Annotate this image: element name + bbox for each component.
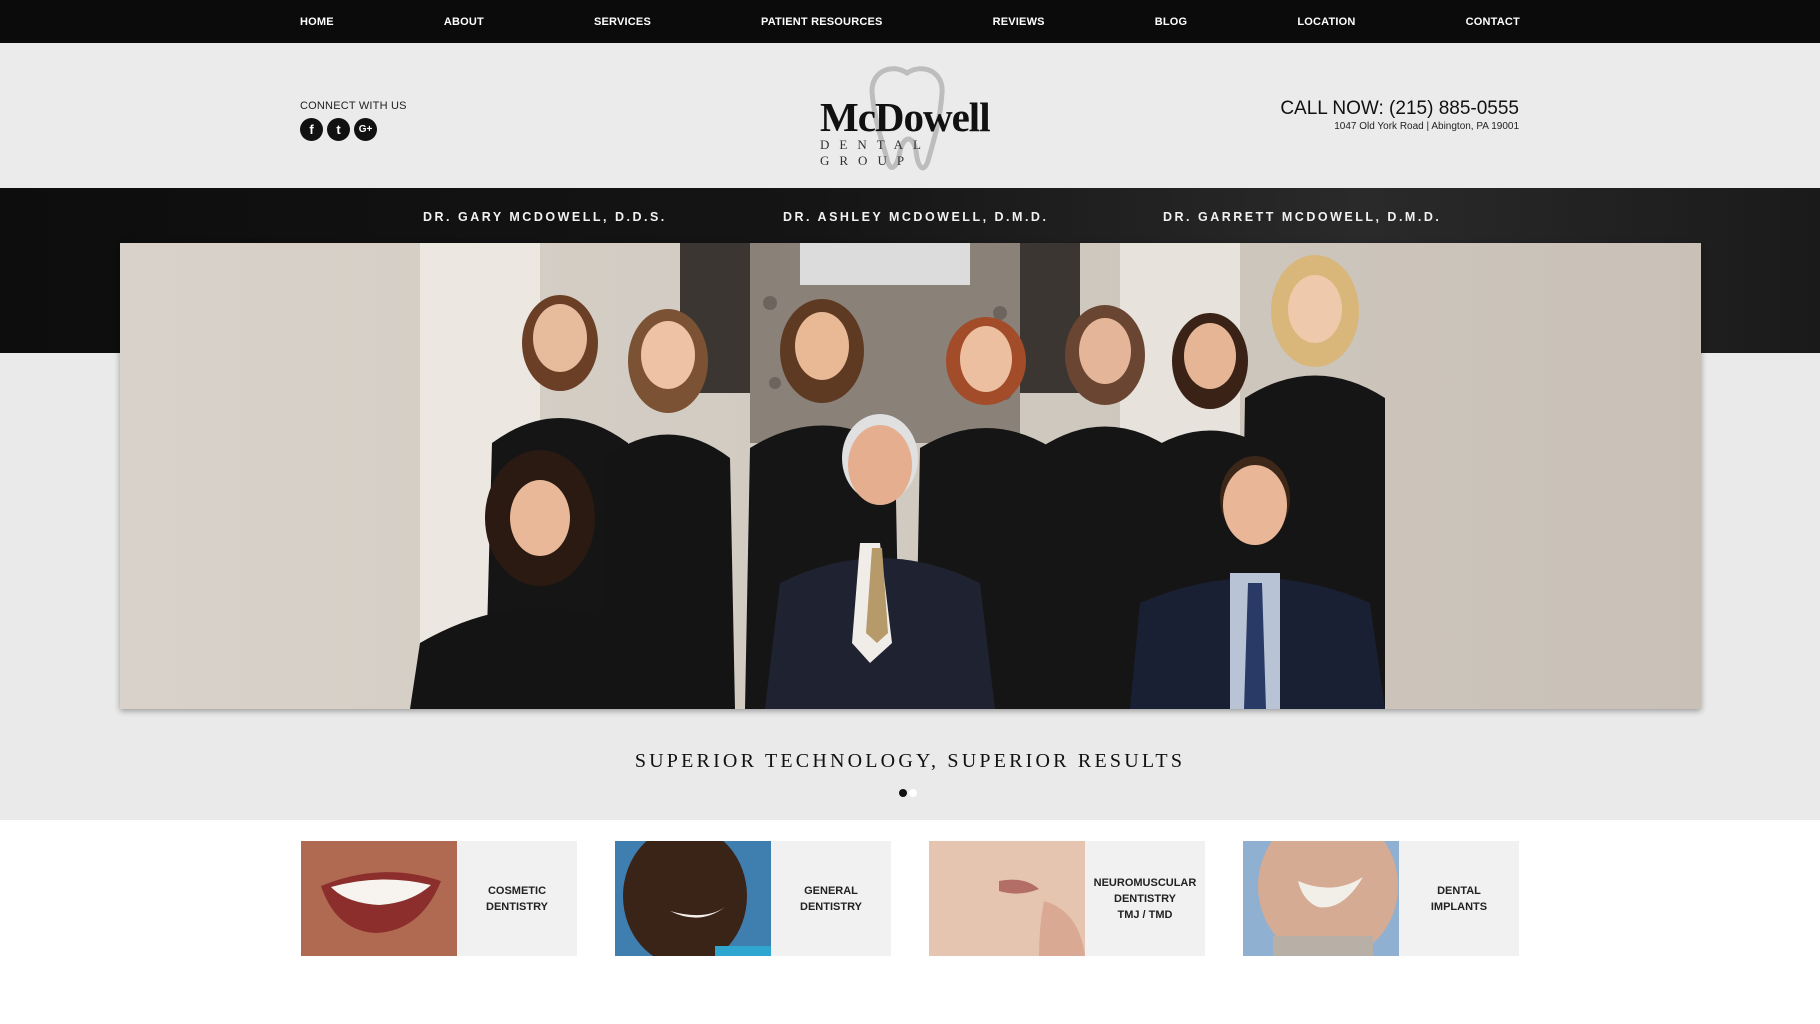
service-tile-implants[interactable]: DENTAL IMPLANTS	[1243, 841, 1519, 956]
nav-contact[interactable]: CONTACT	[1466, 16, 1520, 28]
site-logo[interactable]: McDowell DENTAL GROUP	[812, 51, 1002, 181]
call-now-block: CALL NOW: (215) 885-0555 1047 Old York R…	[1280, 98, 1519, 132]
jaw-photo	[929, 841, 1085, 956]
nav-location[interactable]: LOCATION	[1297, 16, 1355, 28]
doctor-link-garrett[interactable]: DR. GARRETT MCDOWELL, D.M.D.	[1163, 210, 1441, 224]
address: 1047 Old York Road | Abington, PA 19001	[1334, 121, 1519, 132]
connect-label: CONNECT WITH US	[300, 100, 407, 112]
service-label: COSMETIC DENTISTRY	[486, 884, 548, 913]
doctor-link-gary[interactable]: DR. GARY MCDOWELL, D.D.S.	[423, 210, 667, 224]
nav-patient-resources[interactable]: PATIENT RESOURCES	[761, 16, 883, 28]
twitter-icon[interactable]: t	[327, 118, 350, 141]
nav-services[interactable]: SERVICES	[594, 16, 651, 28]
call-now-phone[interactable]: CALL NOW: (215) 885-0555	[1280, 98, 1519, 120]
connect-with-us: CONNECT WITH US f t G+	[300, 100, 407, 141]
service-label: GENERAL DENTISTRY	[800, 884, 862, 913]
senior-smile-photo	[1243, 841, 1399, 956]
service-tile-cosmetic[interactable]: COSMETIC DENTISTRY	[301, 841, 577, 956]
nav-home[interactable]: HOME	[300, 16, 334, 28]
slider-dot-2[interactable]	[909, 789, 917, 797]
nav-blog[interactable]: BLOG	[1155, 16, 1188, 28]
slider-dots	[899, 789, 917, 797]
site-header: CONNECT WITH US f t G+ McDowell DENTAL G…	[0, 43, 1820, 188]
facebook-icon[interactable]: f	[300, 118, 323, 141]
logo-subtitle: DENTAL GROUP	[820, 137, 931, 168]
nav-reviews[interactable]: REVIEWS	[993, 16, 1045, 28]
hero-tagline: SUPERIOR TECHNOLOGY, SUPERIOR RESULTS	[634, 750, 1186, 772]
slider-dot-1[interactable]	[899, 789, 907, 797]
top-nav: HOME ABOUT SERVICES PATIENT RESOURCES RE…	[0, 0, 1820, 43]
hero-team-photo	[120, 243, 1701, 709]
nav-about[interactable]: ABOUT	[444, 16, 484, 28]
doctor-link-ashley[interactable]: DR. ASHLEY MCDOWELL, D.M.D.	[783, 210, 1048, 224]
google-plus-icon[interactable]: G+	[354, 118, 377, 141]
service-label: DENTAL IMPLANTS	[1430, 884, 1488, 913]
logo-wordmark: McDowell	[820, 94, 991, 140]
child-smile-photo	[615, 841, 771, 956]
social-links: f t G+	[300, 118, 407, 141]
service-label: NEUROMUSCULAR DENTISTRY TMJ / TMD	[1093, 876, 1197, 921]
service-tile-neuromuscular[interactable]: NEUROMUSCULAR DENTISTRY TMJ / TMD	[929, 841, 1205, 956]
service-tile-general[interactable]: GENERAL DENTISTRY	[615, 841, 891, 956]
smile-photo	[301, 841, 457, 956]
